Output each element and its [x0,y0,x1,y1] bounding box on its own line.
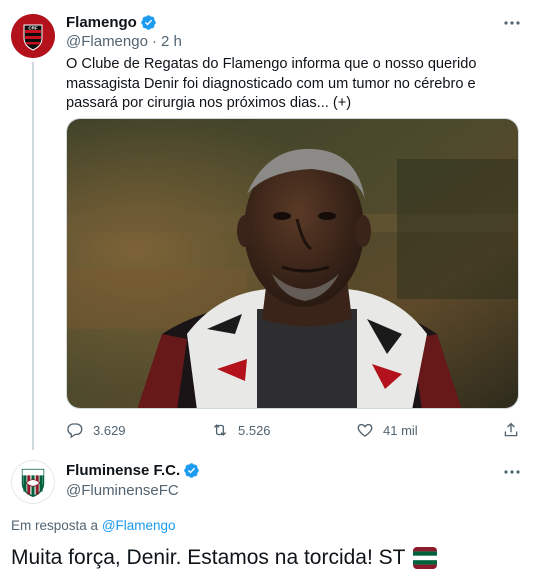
reply-more-options-button[interactable] [501,463,523,481]
retweet-icon [213,424,227,436]
reply-text: Muita força, Denir. Estamos na torcida! … [11,546,406,569]
reply-button[interactable]: 3.629 [66,421,126,439]
tweet-timestamp[interactable]: 2 h [161,33,182,50]
tweet-text: O Clube de Regatas do Flamengo informa q… [66,56,477,112]
reply-author-name[interactable]: Fluminense F.C. [66,462,180,479]
share-icon [504,422,518,437]
more-horizontal-icon [504,21,520,25]
avatar-flamengo[interactable]: CRF [11,14,55,58]
tweet-actions-bar: 3.629 5.526 41 mil [66,421,521,443]
retweet-count: 5.526 [238,422,271,438]
replying-to-prefix: Em resposta a [11,518,99,533]
thread-connector-line [32,62,34,450]
fluminense-crest-icon [12,461,54,503]
flamengo-crest-icon: CRF [11,14,55,58]
replying-to-mention[interactable]: @Flamengo [102,518,176,533]
author-name-row[interactable]: Flamengo [66,14,157,31]
svg-text:CRF: CRF [28,26,37,31]
author-handle[interactable]: @Flamengo [66,33,148,50]
photo-denir-portrait [67,119,518,408]
reply-body: Muita força, Denir. Estamos na torcida! … [11,544,437,572]
show-more-link[interactable]: (+) [333,95,351,111]
avatar-fluminense[interactable] [11,460,55,504]
reply-count: 3.629 [93,422,126,438]
reply-icon [67,423,83,439]
separator-dot: · [151,33,157,50]
fluminense-flag-emoji [412,547,437,569]
tweet-body: O Clube de Regatas do Flamengo informa q… [66,55,521,114]
author-name[interactable]: Flamengo [66,14,137,31]
replying-to-line: Em resposta a @Flamengo [11,518,176,533]
verified-badge-icon [184,463,199,478]
more-horizontal-icon [504,470,520,474]
reply-author-handle[interactable]: @FluminenseFC [66,482,179,499]
tweet-flamengo[interactable]: CRF Flamengo @Flamengo · 2 h O Clube de Re… [0,0,535,450]
reply-author-name-row[interactable]: Fluminense F.C. [66,462,200,479]
like-count: 41 mil [383,422,418,438]
like-button[interactable]: 41 mil [356,421,418,439]
retweet-button[interactable]: 5.526 [211,421,271,439]
more-options-button[interactable] [501,14,523,32]
verified-badge-icon [141,15,156,30]
handle-time-row: @Flamengo · 2 h [66,33,182,50]
share-button[interactable] [502,421,520,439]
heart-icon [357,423,373,437]
tweet-photo[interactable] [66,118,519,409]
